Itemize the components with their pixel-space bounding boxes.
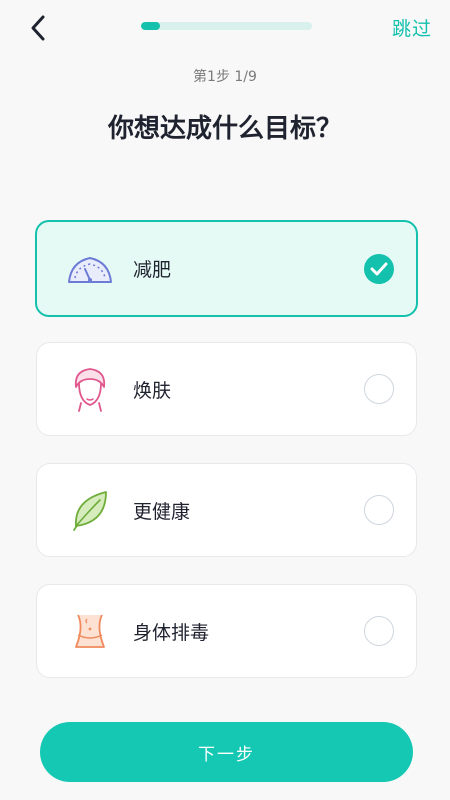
step-indicator: 第1步 1/9 <box>193 69 257 85</box>
goal-option-label: 更健康 <box>133 500 191 523</box>
radio-unchecked[interactable] <box>364 374 394 404</box>
next-button[interactable]: 下一步 <box>40 722 413 782</box>
back-button[interactable] <box>22 12 54 44</box>
page-title: 你想达成什么目标？ <box>107 114 342 144</box>
onboarding-goal-screen: 跳过 第1步 1/9 你想达成什么目标？ 减肥 焕肤 更健康 身体排毒 下一步 <box>0 0 450 800</box>
progress-bar <box>141 22 312 30</box>
leaf-icon <box>65 485 115 535</box>
progress-fill <box>141 22 160 30</box>
goal-option-lose-weight[interactable]: 减肥 <box>35 220 418 317</box>
goal-option-label: 焕肤 <box>133 379 172 402</box>
scale-icon <box>65 244 115 294</box>
face-towel-icon <box>65 364 115 414</box>
radio-unchecked[interactable] <box>364 616 394 646</box>
checkmark-icon <box>370 262 388 275</box>
skip-button[interactable]: 跳过 <box>392 14 432 41</box>
goal-option-healthier[interactable]: 更健康 <box>36 463 417 557</box>
radio-unchecked[interactable] <box>364 495 394 525</box>
waist-icon <box>65 606 115 656</box>
goal-option-label: 身体排毒 <box>133 621 210 644</box>
goal-option-detox[interactable]: 身体排毒 <box>36 584 417 678</box>
radio-checked[interactable] <box>364 253 394 284</box>
chevron-left-icon <box>31 15 45 41</box>
goal-option-skin[interactable]: 焕肤 <box>36 342 417 436</box>
goal-option-label: 减肥 <box>133 259 172 281</box>
